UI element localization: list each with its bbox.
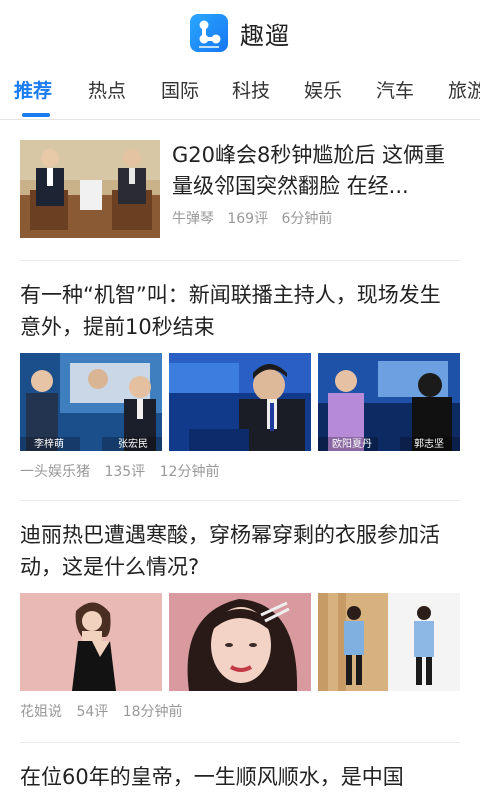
news-thumbnail xyxy=(20,593,162,691)
news-meta: 牛弹琴 169评 6分钟前 xyxy=(172,208,332,228)
news-source: 牛弹琴 xyxy=(172,211,214,227)
news-title: 迪丽热巴遭遇寒酸，穿杨幂穿剩的衣服参加活动，这是什么情况? xyxy=(20,523,440,579)
news-title: 有一种“机智”叫：新闻联播主持人，现场发生意外，提前10秒结束 xyxy=(20,283,441,339)
app-header: 趣遛 xyxy=(0,0,480,66)
news-source: 一头娱乐猪 xyxy=(20,464,90,480)
app-logo-icon xyxy=(190,14,228,52)
news-thumbnail xyxy=(20,140,160,238)
category-tabs: 推荐 热点 国际 科技 娱乐 汽车 旅游 xyxy=(0,66,480,120)
app-title: 趣遛 xyxy=(240,21,290,50)
news-time: 18分钟前 xyxy=(122,704,183,720)
tab-recommend[interactable]: 推荐 xyxy=(14,76,52,103)
image-caption: 李梓萌 xyxy=(34,439,64,450)
news-thumbnail xyxy=(318,593,460,691)
news-time: 6分钟前 xyxy=(281,211,333,227)
news-title: 在位60年的皇帝，一生顺风顺水，是中国 xyxy=(20,765,404,789)
news-meta: 花姐说 54评 18分钟前 xyxy=(20,701,460,721)
news-item[interactable]: G20峰会8秒钟尴尬后 这俩重量级邻国突然翻脸 在经... 牛弹琴 169评 6… xyxy=(20,140,460,240)
news-item[interactable]: 迪丽热巴遭遇寒酸，穿杨幂穿剩的衣服参加活动，这是什么情况? 花姐说 54评 18… xyxy=(20,519,460,721)
news-source: 花姐说 xyxy=(20,704,62,720)
divider xyxy=(20,500,460,501)
news-thumbnail xyxy=(169,593,311,691)
tab-travel[interactable]: 旅游 xyxy=(448,76,480,103)
news-item[interactable]: 有一种“机智”叫：新闻联播主持人，现场发生意外，提前10秒结束 李梓萌 张宏民 xyxy=(20,279,460,481)
active-tab-indicator xyxy=(22,113,50,117)
tab-entertainment[interactable]: 娱乐 xyxy=(304,76,342,103)
tab-hot[interactable]: 热点 xyxy=(88,76,126,103)
image-caption: 张宏民 xyxy=(118,439,148,450)
image-caption: 欧阳夏丹 xyxy=(332,439,372,450)
news-thumbnail: 李梓萌 张宏民 xyxy=(20,353,162,451)
news-comments: 54评 xyxy=(76,704,109,720)
tab-auto[interactable]: 汽车 xyxy=(376,76,414,103)
news-thumbnail: 欧阳夏丹 郭志坚 xyxy=(318,353,460,451)
divider xyxy=(20,742,460,743)
news-thumbnails: 李梓萌 张宏民 欧阳夏丹 郭志坚 xyxy=(20,353,460,451)
news-comments: 169评 xyxy=(227,211,269,227)
image-caption: 郭志坚 xyxy=(414,439,444,450)
news-title: G20峰会8秒钟尴尬后 这俩重量级邻国突然翻脸 在经... xyxy=(172,143,446,198)
news-thumbnail xyxy=(169,353,311,451)
news-item[interactable]: 在位60年的皇帝，一生顺风顺水，是中国 xyxy=(20,761,460,793)
tab-tech[interactable]: 科技 xyxy=(232,76,270,103)
divider xyxy=(20,260,460,261)
news-comments: 135评 xyxy=(104,464,146,480)
news-meta: 一头娱乐猪 135评 12分钟前 xyxy=(20,461,460,481)
news-time: 12分钟前 xyxy=(159,464,220,480)
tab-international[interactable]: 国际 xyxy=(161,76,199,103)
news-thumbnails xyxy=(20,593,460,691)
